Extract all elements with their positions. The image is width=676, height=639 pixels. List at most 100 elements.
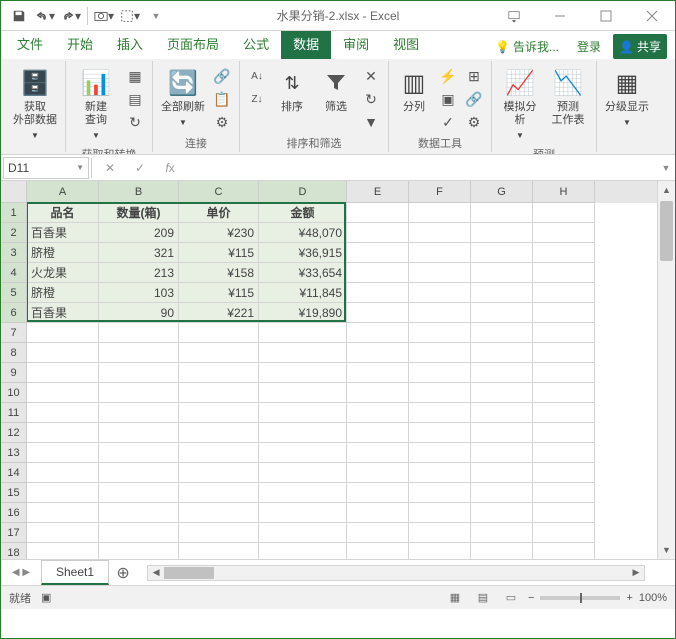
- horizontal-scrollbar[interactable]: ◀ ▶: [147, 565, 645, 581]
- cell[interactable]: [259, 323, 347, 343]
- cell[interactable]: [99, 463, 179, 483]
- cell[interactable]: [471, 443, 533, 463]
- cell[interactable]: [179, 423, 259, 443]
- cell[interactable]: ¥48,070: [259, 223, 347, 243]
- cell[interactable]: [347, 203, 409, 223]
- vertical-scrollbar[interactable]: ▲ ▼: [657, 181, 675, 559]
- col-header[interactable]: H: [533, 181, 595, 203]
- cell[interactable]: [533, 503, 595, 523]
- cell[interactable]: 103: [99, 283, 179, 303]
- col-header[interactable]: C: [179, 181, 259, 203]
- qat-customize-icon[interactable]: ▼: [144, 3, 168, 29]
- cell[interactable]: [347, 223, 409, 243]
- redo-icon[interactable]: ▾: [59, 3, 83, 29]
- cell[interactable]: [259, 543, 347, 559]
- cell[interactable]: [27, 423, 99, 443]
- row-header[interactable]: 7: [1, 323, 27, 343]
- data-model-button[interactable]: ⚙: [463, 111, 485, 133]
- cell[interactable]: ¥115: [179, 243, 259, 263]
- show-queries-button[interactable]: ▦: [124, 65, 146, 87]
- cancel-formula-icon[interactable]: ✕: [98, 157, 122, 179]
- flash-fill-button[interactable]: ⚡: [437, 65, 459, 87]
- cell[interactable]: [409, 543, 471, 559]
- ribbon-options-icon[interactable]: [491, 1, 537, 31]
- cell[interactable]: 数量(箱): [99, 203, 179, 223]
- new-query-button[interactable]: 📊新建 查询▼: [72, 65, 120, 144]
- cell[interactable]: [409, 203, 471, 223]
- cell[interactable]: [259, 443, 347, 463]
- row-header[interactable]: 6: [1, 303, 27, 323]
- cell[interactable]: [533, 203, 595, 223]
- tab-home[interactable]: 开始: [55, 28, 105, 59]
- select-all-corner[interactable]: [1, 181, 27, 203]
- cell[interactable]: [259, 503, 347, 523]
- cell[interactable]: [347, 503, 409, 523]
- cell[interactable]: [99, 403, 179, 423]
- cell[interactable]: [27, 343, 99, 363]
- cell[interactable]: [179, 543, 259, 559]
- row-header[interactable]: 8: [1, 343, 27, 363]
- cell[interactable]: [409, 323, 471, 343]
- consolidate-button[interactable]: ⊞: [463, 65, 485, 87]
- row-header[interactable]: 3: [1, 243, 27, 263]
- hscroll-thumb[interactable]: [164, 567, 214, 579]
- page-layout-icon[interactable]: ▤: [472, 589, 494, 607]
- tab-file[interactable]: 文件: [5, 28, 55, 59]
- cell[interactable]: [471, 303, 533, 323]
- cell[interactable]: 90: [99, 303, 179, 323]
- cell[interactable]: [179, 343, 259, 363]
- name-box[interactable]: D11▼: [3, 157, 89, 179]
- cell[interactable]: [259, 463, 347, 483]
- cell[interactable]: [409, 263, 471, 283]
- cell[interactable]: [471, 343, 533, 363]
- cell[interactable]: ¥36,915: [259, 243, 347, 263]
- cell[interactable]: [347, 303, 409, 323]
- cell[interactable]: [347, 443, 409, 463]
- cell[interactable]: [99, 483, 179, 503]
- properties-button[interactable]: 📋: [211, 88, 233, 110]
- cell[interactable]: [533, 223, 595, 243]
- cell[interactable]: [27, 443, 99, 463]
- cell[interactable]: [533, 243, 595, 263]
- cell[interactable]: [179, 403, 259, 423]
- cell[interactable]: [259, 423, 347, 443]
- outline-button[interactable]: ▦分级显示▼: [603, 65, 651, 131]
- cell[interactable]: [27, 523, 99, 543]
- cell[interactable]: [533, 463, 595, 483]
- cell[interactable]: [347, 483, 409, 503]
- zoom-in-button[interactable]: +: [626, 592, 632, 604]
- cell[interactable]: [409, 283, 471, 303]
- tell-me[interactable]: 💡告诉我...: [489, 34, 565, 59]
- cell[interactable]: [409, 303, 471, 323]
- cell[interactable]: [533, 543, 595, 559]
- cell[interactable]: [533, 363, 595, 383]
- zoom-out-button[interactable]: −: [528, 592, 534, 604]
- cell[interactable]: [409, 463, 471, 483]
- cell[interactable]: [179, 523, 259, 543]
- row-header[interactable]: 12: [1, 423, 27, 443]
- cell[interactable]: 209: [99, 223, 179, 243]
- cell[interactable]: [259, 483, 347, 503]
- cell[interactable]: [409, 223, 471, 243]
- row-header[interactable]: 5: [1, 283, 27, 303]
- tab-layout[interactable]: 页面布局: [155, 28, 231, 59]
- cell[interactable]: [409, 343, 471, 363]
- cell[interactable]: [471, 223, 533, 243]
- cell[interactable]: [179, 503, 259, 523]
- tab-insert[interactable]: 插入: [105, 28, 155, 59]
- cell[interactable]: [259, 363, 347, 383]
- refresh-all-button[interactable]: 🔄全部刷新▼: [159, 65, 207, 131]
- col-header[interactable]: F: [409, 181, 471, 203]
- cell[interactable]: [27, 363, 99, 383]
- tab-formula[interactable]: 公式: [231, 28, 281, 59]
- scroll-thumb[interactable]: [660, 201, 673, 261]
- sort-desc-button[interactable]: Z↓: [246, 88, 268, 110]
- cell[interactable]: [27, 483, 99, 503]
- cell[interactable]: 213: [99, 263, 179, 283]
- remove-dup-button[interactable]: ▣: [437, 88, 459, 110]
- cell[interactable]: [409, 443, 471, 463]
- cell[interactable]: [347, 523, 409, 543]
- row-header[interactable]: 4: [1, 263, 27, 283]
- cell[interactable]: [99, 503, 179, 523]
- text-to-columns-button[interactable]: ▥分列: [395, 65, 433, 116]
